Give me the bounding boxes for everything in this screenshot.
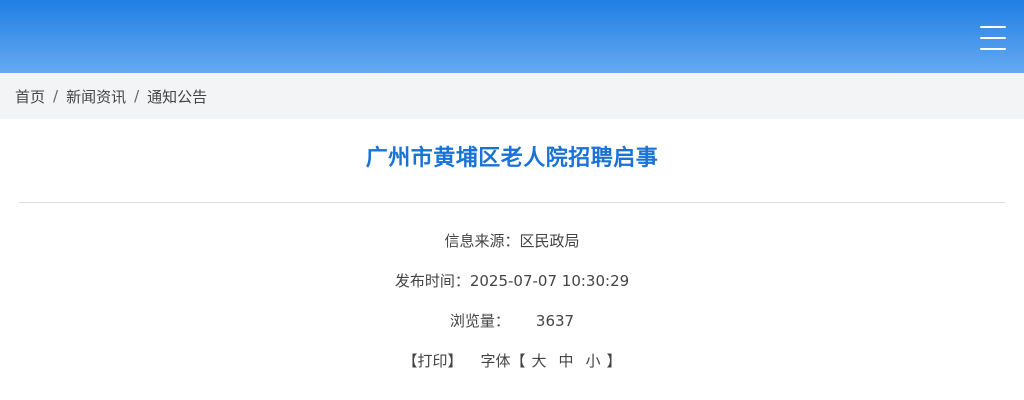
breadcrumb-separator: / xyxy=(134,87,140,105)
hamburger-menu-icon[interactable] xyxy=(980,25,1006,51)
publish-time: 发布时间：2025-07-07 10:30:29 xyxy=(0,271,1024,291)
view-count-value: 3637 xyxy=(535,312,575,330)
site-header xyxy=(0,0,1024,73)
publish-time-label: 发布时间： xyxy=(394,272,470,290)
font-size-medium-button[interactable]: 中 xyxy=(559,352,574,370)
article-tools: 【打印】 字体【大中小】 xyxy=(0,351,1024,371)
font-size-label: 字体【 xyxy=(480,352,526,370)
breadcrumb-home-link[interactable]: 首页 xyxy=(15,86,45,107)
view-count-label: 浏览量： xyxy=(449,312,510,330)
publish-time-value: 2025-07-07 10:30:29 xyxy=(469,272,630,290)
breadcrumb-separator: / xyxy=(53,87,59,105)
info-source-value: 区民政局 xyxy=(519,232,580,250)
breadcrumb-notice-link[interactable]: 通知公告 xyxy=(147,86,207,107)
font-size-small-button[interactable]: 小 xyxy=(586,352,601,370)
menu-line xyxy=(980,26,1006,28)
breadcrumb: 首页 / 新闻资讯 / 通知公告 xyxy=(0,73,1024,119)
view-count: 浏览量： 3637 xyxy=(0,311,1024,331)
menu-line xyxy=(980,37,1006,39)
font-size-bracket: 】 xyxy=(606,352,622,370)
print-button[interactable]: 【打印】 xyxy=(402,352,462,370)
info-source: 信息来源：区民政局 xyxy=(0,231,1024,251)
title-divider xyxy=(19,202,1005,203)
menu-line xyxy=(980,48,1006,50)
breadcrumb-news-link[interactable]: 新闻资讯 xyxy=(66,86,126,107)
article-title: 广州市黄埔区老人院招聘启事 xyxy=(365,146,659,171)
info-source-label: 信息来源： xyxy=(444,232,520,250)
font-size-large-button[interactable]: 大 xyxy=(531,352,546,370)
